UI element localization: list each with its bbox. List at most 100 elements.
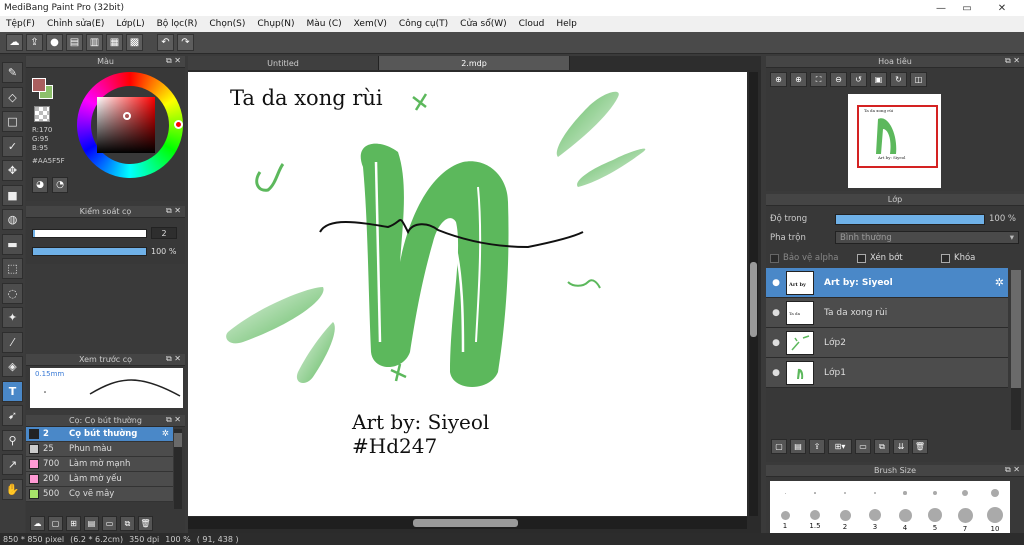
bucket-tool-icon[interactable]: ◍ bbox=[2, 209, 23, 230]
visibility-icon[interactable]: ● bbox=[766, 368, 786, 378]
menu-view[interactable]: Xem(V) bbox=[348, 19, 393, 29]
brush-size-cell[interactable]: 10 bbox=[980, 507, 1010, 533]
chat-icon[interactable]: ● bbox=[46, 34, 63, 51]
folder-icon[interactable]: ▭ bbox=[855, 439, 871, 454]
brush-opacity-slider[interactable] bbox=[32, 246, 147, 256]
fit-icon[interactable]: ⛶ bbox=[810, 72, 827, 87]
canvas-text-top[interactable]: Ta da xong rùi bbox=[230, 86, 383, 110]
magic-wand-tool-icon[interactable]: ✦ bbox=[2, 307, 23, 328]
minimize-icon[interactable]: — bbox=[928, 0, 954, 16]
menu-snap[interactable]: Chụp(N) bbox=[251, 19, 300, 29]
brush-size-cell[interactable]: 5 bbox=[920, 507, 950, 533]
brush-size-cell[interactable] bbox=[890, 481, 920, 507]
canvas-text-bottom[interactable]: Art by: Siyeol #Hd247 bbox=[352, 410, 489, 458]
hand-tool-icon[interactable]: ✋ bbox=[2, 478, 23, 500]
drawing-canvas[interactable]: Ta da xong rùi Art by: Siyeol #Hd247 bbox=[188, 72, 747, 516]
select-rect-tool-icon[interactable]: ⬚ bbox=[2, 258, 23, 279]
gear-icon[interactable]: ✲ bbox=[162, 429, 169, 439]
tab-2-mdp[interactable]: 2.mdp bbox=[379, 56, 570, 70]
maximize-icon[interactable]: ▭ bbox=[954, 0, 980, 16]
layer-row[interactable]: ● Lớp1 bbox=[766, 358, 1008, 388]
clipping-checkbox[interactable] bbox=[857, 253, 866, 263]
brush-size-cell[interactable] bbox=[920, 481, 950, 507]
gradient-tool-icon[interactable]: ▬ bbox=[2, 233, 23, 255]
layer-opacity-slider[interactable] bbox=[835, 214, 985, 225]
eyedropper2-tool-icon[interactable]: ↗ bbox=[2, 454, 23, 475]
canvas-vertical-scrollbar[interactable] bbox=[749, 72, 758, 516]
pages-icon[interactable]: ▦ bbox=[106, 34, 123, 51]
lasso-tool-icon[interactable]: ◌ bbox=[2, 282, 23, 304]
blend-mode-select[interactable]: Bình thường bbox=[835, 231, 1019, 244]
new-layer-alt-icon[interactable]: ▤ bbox=[790, 439, 806, 454]
brush-size-cell[interactable]: 2 bbox=[830, 507, 860, 533]
text-tool-icon[interactable]: T bbox=[2, 380, 23, 402]
zoom-out-icon[interactable]: ⊖ bbox=[830, 72, 847, 87]
panel-controls-icon[interactable]: ⧉ ✕ bbox=[166, 56, 181, 66]
brush-size-cell[interactable]: 4 bbox=[890, 507, 920, 533]
layer-row[interactable]: ● Lớp2 bbox=[766, 328, 1008, 358]
brush-size-cell[interactable]: 3 bbox=[860, 507, 890, 533]
panel-controls-icon[interactable]: ⧉ ✕ bbox=[166, 354, 181, 364]
menu-layer[interactable]: Lớp(L) bbox=[110, 19, 150, 29]
gear-icon[interactable]: ✲ bbox=[995, 276, 1004, 289]
navigator-viewport[interactable] bbox=[857, 105, 938, 168]
operation-tool-icon[interactable]: ➹ bbox=[2, 405, 23, 426]
redo-icon[interactable]: ↷ bbox=[177, 34, 194, 51]
sv-cursor[interactable] bbox=[123, 112, 131, 120]
flip-icon[interactable]: ◫ bbox=[910, 72, 927, 87]
menu-tools[interactable]: Công cụ(T) bbox=[393, 19, 454, 29]
trash-icon[interactable]: 🗑 bbox=[912, 439, 928, 454]
brush-item[interactable]: 700 Làm mờ mạnh bbox=[26, 457, 173, 472]
eyedropper-tool-icon[interactable]: ⚲ bbox=[2, 429, 23, 451]
brush-size-cell[interactable]: 7 bbox=[950, 507, 980, 533]
brush-settings-icon[interactable]: ▤ bbox=[84, 516, 99, 531]
merge-layer-icon[interactable]: ⇊ bbox=[893, 439, 909, 454]
trash-icon[interactable]: 🗑 bbox=[138, 516, 153, 531]
import-layer-icon[interactable]: ⇪ bbox=[809, 439, 825, 454]
brush-item[interactable]: 500 Cọ vẽ mây bbox=[26, 487, 173, 502]
layer-row[interactable]: ● Art by Art by: Siyeol ✲ bbox=[766, 268, 1008, 298]
brush-size-cell[interactable]: 1.5 bbox=[800, 507, 830, 533]
brush-size-cell[interactable] bbox=[980, 481, 1010, 507]
hue-cursor[interactable] bbox=[174, 120, 183, 129]
brush-size-cell[interactable] bbox=[830, 481, 860, 507]
brush-size-slider[interactable] bbox=[32, 228, 147, 238]
duplicate-layer-icon[interactable]: ⧉ bbox=[874, 439, 890, 454]
transparent-color-swatch[interactable] bbox=[34, 106, 50, 122]
select-eraser-tool-icon[interactable]: ◈ bbox=[2, 356, 23, 377]
pen-tool-icon[interactable]: ✓ bbox=[2, 135, 23, 157]
brush-size-cell[interactable] bbox=[770, 481, 800, 507]
rotate-right-icon[interactable]: ↻ bbox=[890, 72, 907, 87]
brush-tool-icon[interactable]: ✎ bbox=[2, 62, 23, 83]
tab-untitled[interactable]: Untitled bbox=[188, 56, 379, 70]
menu-color[interactable]: Màu (C) bbox=[301, 19, 348, 29]
cloud-brush-icon[interactable]: ☁ bbox=[30, 516, 45, 531]
saturation-value-box[interactable] bbox=[97, 97, 155, 153]
brush-size-cell[interactable] bbox=[860, 481, 890, 507]
brush-size-cell[interactable] bbox=[950, 481, 980, 507]
brush-list-scrollbar[interactable] bbox=[174, 429, 182, 509]
cloud-icon[interactable]: ☁ bbox=[6, 34, 23, 51]
add-layer-menu-icon[interactable]: ⊞▾ bbox=[828, 439, 852, 454]
primary-color-swatch[interactable] bbox=[32, 78, 46, 92]
protect-alpha-checkbox[interactable] bbox=[770, 253, 779, 263]
brush-size-cell[interactable]: 1 bbox=[770, 507, 800, 533]
lock-checkbox[interactable] bbox=[941, 253, 950, 263]
rect-tool-icon[interactable]: □ bbox=[2, 111, 23, 132]
layer-list-scrollbar[interactable] bbox=[1011, 270, 1021, 430]
color-wheel[interactable] bbox=[77, 72, 183, 178]
new-brush-icon[interactable]: ▢ bbox=[48, 516, 63, 531]
visibility-icon[interactable]: ● bbox=[766, 308, 786, 318]
brush-size-value[interactable]: 2 bbox=[151, 227, 177, 239]
visibility-icon[interactable]: ● bbox=[766, 278, 786, 288]
menu-cloud[interactable]: Cloud bbox=[513, 19, 551, 29]
eraser-tool-icon[interactable]: ◇ bbox=[2, 86, 23, 108]
close-icon[interactable]: ✕ bbox=[980, 0, 1024, 16]
export-icon[interactable]: ⇪ bbox=[26, 34, 43, 51]
menu-window[interactable]: Cửa sổ(W) bbox=[454, 19, 512, 29]
panel-controls-icon[interactable]: ⧉ ✕ bbox=[166, 415, 181, 425]
duplicate-icon[interactable]: ⧉ bbox=[120, 516, 135, 531]
zoom-in-icon[interactable]: ⊕ bbox=[770, 72, 787, 87]
brush-item[interactable]: 25 Phun màu bbox=[26, 442, 173, 457]
menu-filter[interactable]: Bộ lọc(R) bbox=[151, 19, 204, 29]
